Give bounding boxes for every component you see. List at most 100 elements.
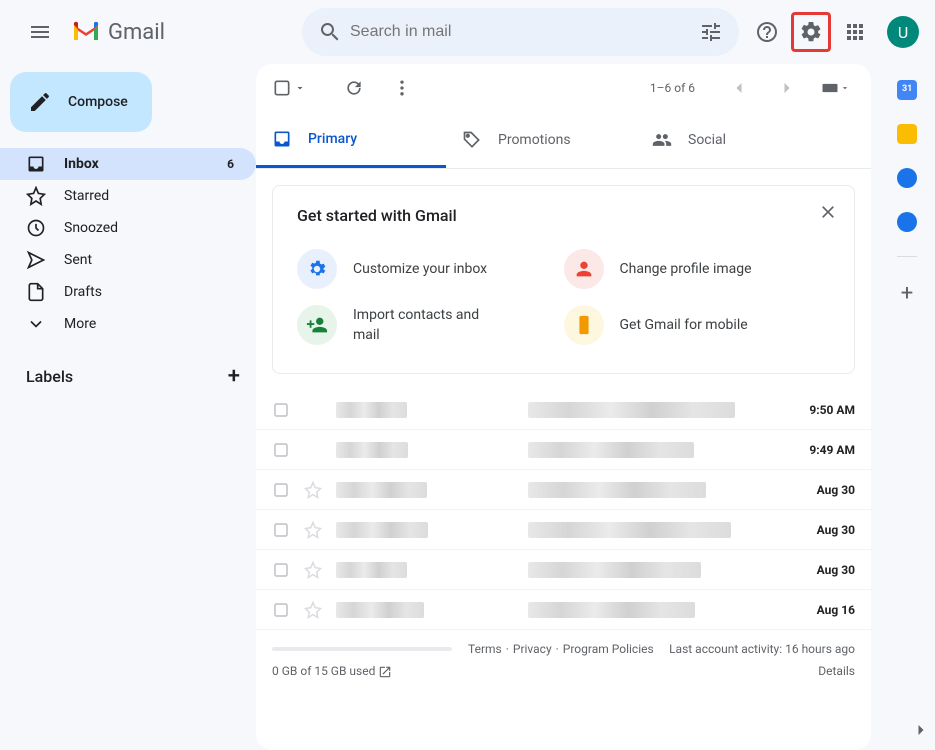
search-button[interactable] (310, 12, 350, 52)
nav-more[interactable]: More (0, 308, 256, 340)
refresh-icon (344, 78, 364, 98)
tag-icon (462, 130, 482, 150)
nav-drafts[interactable]: Drafts (0, 276, 256, 308)
file-icon (26, 282, 46, 302)
help-icon (755, 20, 779, 44)
labels-title: Labels (26, 367, 73, 386)
hide-panel-button[interactable] (911, 720, 931, 740)
more-button[interactable] (382, 68, 422, 108)
close-icon (818, 202, 838, 222)
chevron-right-icon (777, 78, 797, 98)
row-subject (528, 522, 805, 538)
mail-row[interactable]: Aug 30 (256, 470, 871, 510)
mail-row[interactable]: 9:49 AM (256, 430, 871, 470)
row-sender (336, 442, 516, 458)
apps-button[interactable] (835, 12, 875, 52)
close-get-started-button[interactable] (818, 202, 838, 222)
row-checkbox[interactable] (272, 561, 292, 579)
gs-mobile[interactable]: Get Gmail for mobile (564, 297, 831, 353)
row-star[interactable] (304, 481, 324, 499)
keep-app-button[interactable] (897, 124, 917, 144)
row-checkbox[interactable] (272, 401, 292, 419)
add-app-button[interactable]: + (901, 281, 913, 306)
gs-text: Import contacts and mail (353, 305, 493, 345)
nav-label: Drafts (64, 284, 102, 300)
keyboard-icon (820, 78, 840, 98)
calendar-app-button[interactable]: 31 (897, 80, 917, 100)
footer-terms[interactable]: Terms (468, 642, 502, 656)
mail-row[interactable]: Aug 30 (256, 550, 871, 590)
tab-promotions[interactable]: Promotions (446, 112, 636, 168)
compose-button[interactable]: Compose (10, 72, 152, 132)
star-icon (26, 186, 46, 206)
main-menu-button[interactable] (16, 8, 64, 56)
row-checkbox[interactable] (272, 521, 292, 539)
row-sender (336, 402, 516, 418)
mail-row[interactable]: Aug 30 (256, 510, 871, 550)
hamburger-icon (28, 20, 52, 44)
account-avatar[interactable]: U (887, 16, 919, 48)
dropdown-icon (840, 83, 850, 93)
gmail-icon (72, 21, 100, 43)
support-button[interactable] (747, 12, 787, 52)
toolbar: 1–6 of 6 (256, 64, 871, 112)
nav-inbox[interactable]: Inbox 6 (0, 148, 256, 180)
footer-privacy[interactable]: Privacy (513, 642, 552, 656)
header: Gmail U (0, 0, 935, 64)
row-checkbox[interactable] (272, 601, 292, 619)
search-icon (318, 20, 342, 44)
gs-customize-inbox[interactable]: Customize your inbox (297, 241, 564, 297)
newer-button[interactable] (719, 68, 759, 108)
footer-policies[interactable]: Program Policies (563, 642, 654, 656)
tab-primary[interactable]: Primary (256, 112, 446, 168)
footer: Terms · Privacy · Program Policies Last … (256, 630, 871, 691)
tab-social[interactable]: Social (636, 112, 826, 168)
refresh-button[interactable] (334, 68, 374, 108)
tasks-app-button[interactable] (897, 168, 917, 188)
main-panel: 1–6 of 6 Primary Promotions (256, 64, 871, 750)
nav-label: Starred (64, 188, 109, 204)
nav-starred[interactable]: Starred (0, 180, 256, 212)
gs-change-profile[interactable]: Change profile image (564, 241, 831, 297)
compose-label: Compose (68, 94, 128, 110)
row-sender (336, 522, 516, 538)
row-date: Aug 30 (817, 523, 855, 537)
nav-label: Snoozed (64, 220, 118, 236)
contacts-app-button[interactable] (897, 212, 917, 232)
nav-label: Inbox (64, 156, 99, 172)
gs-import-contacts[interactable]: Import contacts and mail (297, 297, 564, 353)
nav-label: More (64, 316, 96, 332)
add-label-button[interactable]: + (228, 364, 240, 389)
nav-count: 6 (227, 157, 244, 171)
search-options-button[interactable] (691, 12, 731, 52)
row-checkbox[interactable] (272, 441, 292, 459)
row-checkbox[interactable] (272, 481, 292, 499)
clock-icon (26, 218, 46, 238)
mail-row[interactable]: 9:50 AM (256, 390, 871, 430)
send-icon (26, 250, 46, 270)
search-bar[interactable] (302, 8, 739, 56)
mail-row[interactable]: Aug 16 (256, 590, 871, 630)
header-right: U (747, 12, 927, 52)
gs-text: Customize your inbox (353, 259, 487, 279)
row-star[interactable] (304, 561, 324, 579)
row-star[interactable] (304, 601, 324, 619)
open-in-new-icon[interactable] (378, 665, 392, 679)
row-subject (528, 602, 805, 618)
row-sender (336, 482, 516, 498)
pencil-icon (28, 90, 52, 114)
footer-details[interactable]: Details (818, 664, 855, 679)
row-star[interactable] (304, 521, 324, 539)
nav-sent[interactable]: Sent (0, 244, 256, 276)
gear-icon (306, 258, 328, 280)
select-all-checkbox[interactable] (272, 78, 306, 98)
logo[interactable]: Gmail (72, 20, 294, 45)
settings-button-highlighted[interactable] (791, 12, 831, 52)
apps-icon (843, 20, 867, 44)
input-tools-button[interactable] (815, 68, 855, 108)
nav-snoozed[interactable]: Snoozed (0, 212, 256, 244)
search-input[interactable] (350, 23, 691, 41)
inbox-icon (26, 154, 46, 174)
older-button[interactable] (767, 68, 807, 108)
tab-label: Primary (308, 131, 357, 147)
